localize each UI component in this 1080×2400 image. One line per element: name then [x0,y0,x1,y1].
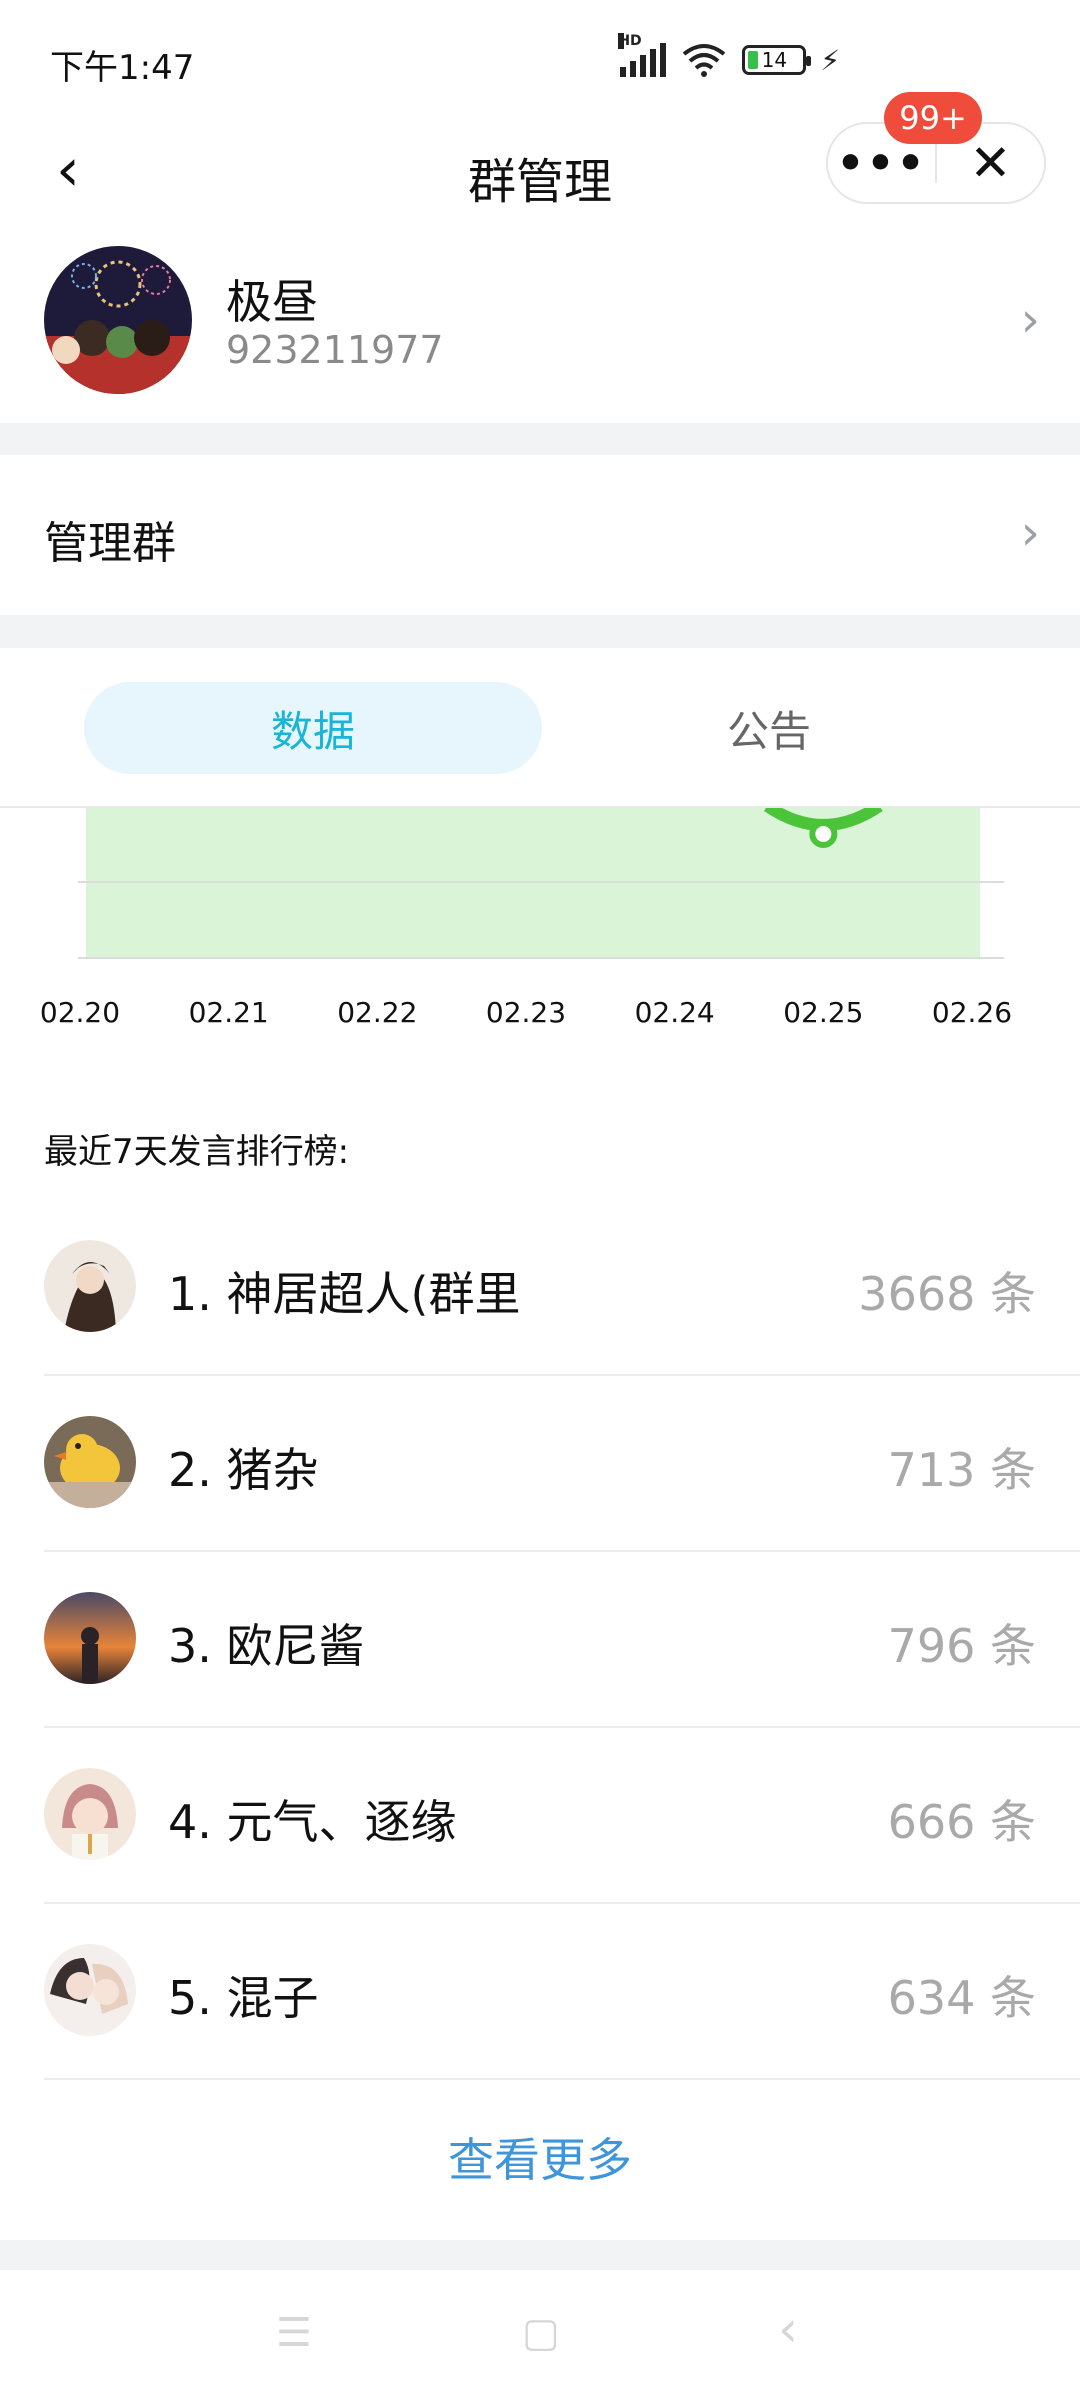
message-count: 634 条 [887,1971,1036,2025]
view-more-button[interactable]: 查看更多 [0,2124,1080,2190]
rank-name: 5. 混子 [168,1971,319,2025]
system-nav-bar: ☰ ▢ ‹ [0,2270,1080,2400]
signal-icon: HD [618,33,667,77]
x-tick-label: 02.23 [486,996,566,1029]
home-icon[interactable]: ▢ [522,2310,560,2356]
chevron-right-icon: › [1020,505,1040,561]
list-item[interactable]: 2. 猪杂 713 条 [0,1376,1080,1552]
battery-icon: 14 [742,45,812,75]
message-count: 796 条 [887,1619,1036,1673]
charging-icon: ⚡ [820,43,840,77]
section-gap [0,423,1080,455]
status-icons: HD 14 ⚡ [618,33,840,80]
tab-bar: 数据 公告 [0,648,1080,808]
manage-group-row[interactable]: 管理群 › [0,455,1080,615]
message-count: 666 条 [887,1795,1036,1849]
list-item[interactable]: 5. 混子 634 条 [0,1904,1080,2080]
wifi-icon [683,44,726,77]
group-name: 极昼 [226,275,318,329]
section-gap [0,2240,1080,2270]
group-avatar [44,246,192,394]
chevron-right-icon: › [1020,292,1040,348]
x-tick-label: 02.20 [40,996,120,1029]
list-item[interactable]: 3. 欧尼酱 796 条 [0,1552,1080,1728]
divider [44,2078,1080,2080]
x-tick-label: 02.25 [783,996,863,1029]
x-tick-label: 02.26 [932,996,1012,1029]
x-tick-label: 02.24 [635,996,715,1029]
more-dots-icon: ••• [836,137,927,189]
rank-name: 4. 元气、逐缘 [168,1795,457,1849]
ranking-list: 1. 神居超人(群里 3668 条 2. 猪杂 713 条 3. 欧尼酱 796… [0,1200,1080,2080]
section-gap [0,615,1080,648]
avatar [44,1416,136,1508]
x-tick-label: 02.21 [189,996,269,1029]
group-id: 923211977 [226,328,444,372]
notification-badge: 99+ [884,92,982,144]
rank-name: 2. 猪杂 [168,1443,319,1497]
menu-icon[interactable]: ☰ [276,2310,312,2356]
avatar [44,1944,136,2036]
tab-announcement[interactable]: 公告 [540,682,998,774]
back-icon[interactable]: ‹ [778,2300,798,2358]
manage-group-label: 管理群 [44,518,176,569]
list-item[interactable]: 4. 元气、逐缘 666 条 [0,1728,1080,1904]
hd-label: HD [618,33,642,49]
rank-name: 3. 欧尼酱 [168,1619,365,1673]
group-info-row[interactable]: 极昼 923211977 › [0,228,1080,423]
ranking-title: 最近7天发言排行榜: [44,1132,350,1172]
activity-chart: 02.20 02.21 02.22 02.23 02.24 02.25 02.26 [0,808,1080,1048]
list-item[interactable]: 1. 神居超人(群里 3668 条 [0,1200,1080,1376]
x-tick-label: 02.22 [337,996,417,1029]
avatar [44,1768,136,1860]
message-count: 713 条 [887,1443,1036,1497]
close-icon: ✕ [969,134,1012,192]
avatar [44,1240,136,1332]
rank-name: 1. 神居超人(群里 [168,1267,521,1321]
status-time: 下午1:47 [50,48,195,88]
tab-data[interactable]: 数据 [84,682,542,774]
battery-level: 14 [761,48,788,72]
message-count: 3668 条 [858,1267,1036,1321]
avatar [44,1592,136,1684]
chart-svg: 02.20 02.21 02.22 02.23 02.24 02.25 02.26 [40,808,1012,1029]
data-point [809,820,838,848]
